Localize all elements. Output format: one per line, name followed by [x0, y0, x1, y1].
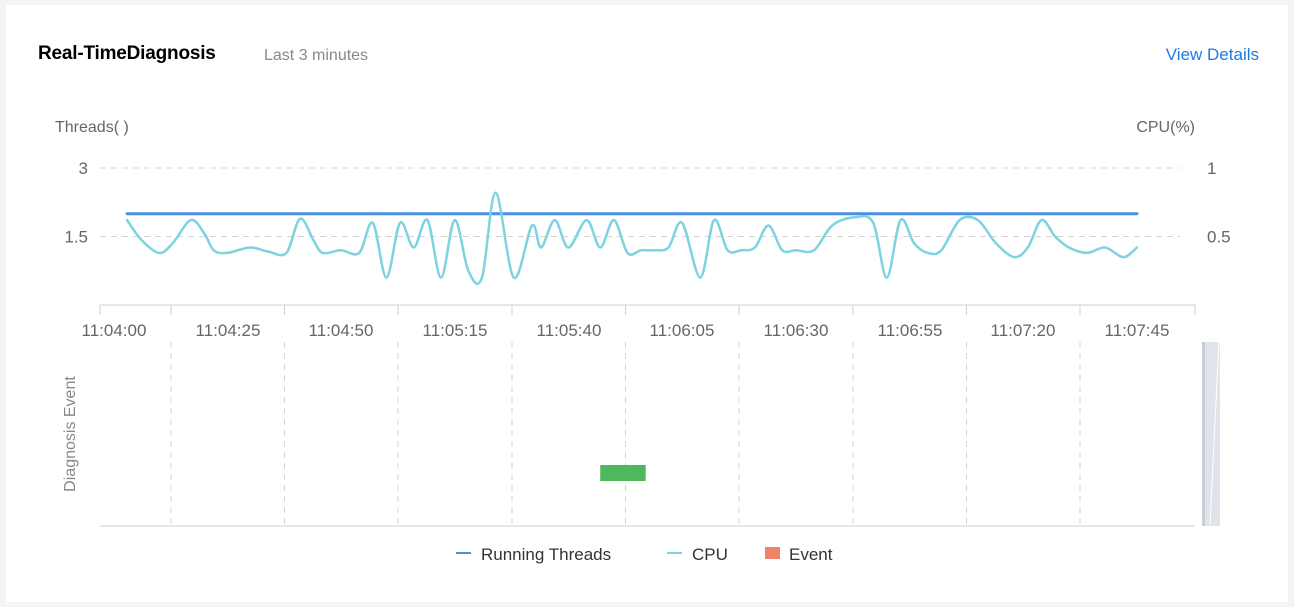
x-tick-label: 11:07:45 — [1105, 321, 1170, 340]
x-tick-label: 11:05:15 — [423, 321, 488, 340]
y-right-tick-label: 1 — [1207, 159, 1216, 178]
y-left-tick-label: 3 — [79, 159, 88, 178]
y-left-tick-label: 1.5 — [64, 228, 88, 247]
x-tick-label: 11:06:30 — [764, 321, 829, 340]
x-tick-label: 11:04:50 — [309, 321, 374, 340]
y-right-tick-label: 0.5 — [1207, 228, 1231, 247]
x-tick-label: 11:05:40 — [537, 321, 602, 340]
range-slider-handle[interactable] — [1202, 342, 1205, 526]
x-tick-label: 11:06:05 — [650, 321, 715, 340]
diagnosis-chart: Threads( ) CPU(%) Diagnosis Event 3 1 1.5 0… — [55, 119, 1231, 564]
diagnosis-event-bar — [600, 465, 646, 481]
x-tick-label: 11:04:25 — [196, 321, 261, 340]
y-left-axis-label: Threads( ) — [55, 119, 129, 136]
chart-legend: Running Threads CPU Event — [456, 545, 833, 564]
chart-marks — [125, 191, 1139, 481]
cpu-line — [125, 191, 1139, 285]
legend-item-label: Running Threads — [481, 545, 611, 564]
y-right-axis-label: CPU(%) — [1136, 119, 1195, 136]
legend-item-label: Event — [789, 545, 833, 564]
legend-rect-marker — [765, 547, 780, 559]
x-tick-label: 11:06:55 — [878, 321, 943, 340]
diagnosis-event-axis-label: Diagnosis Event — [62, 376, 79, 492]
legend-item-label: CPU — [692, 545, 728, 564]
x-tick-label: 11:04:00 — [82, 321, 147, 340]
x-tick-label: 11:07:20 — [991, 321, 1056, 340]
